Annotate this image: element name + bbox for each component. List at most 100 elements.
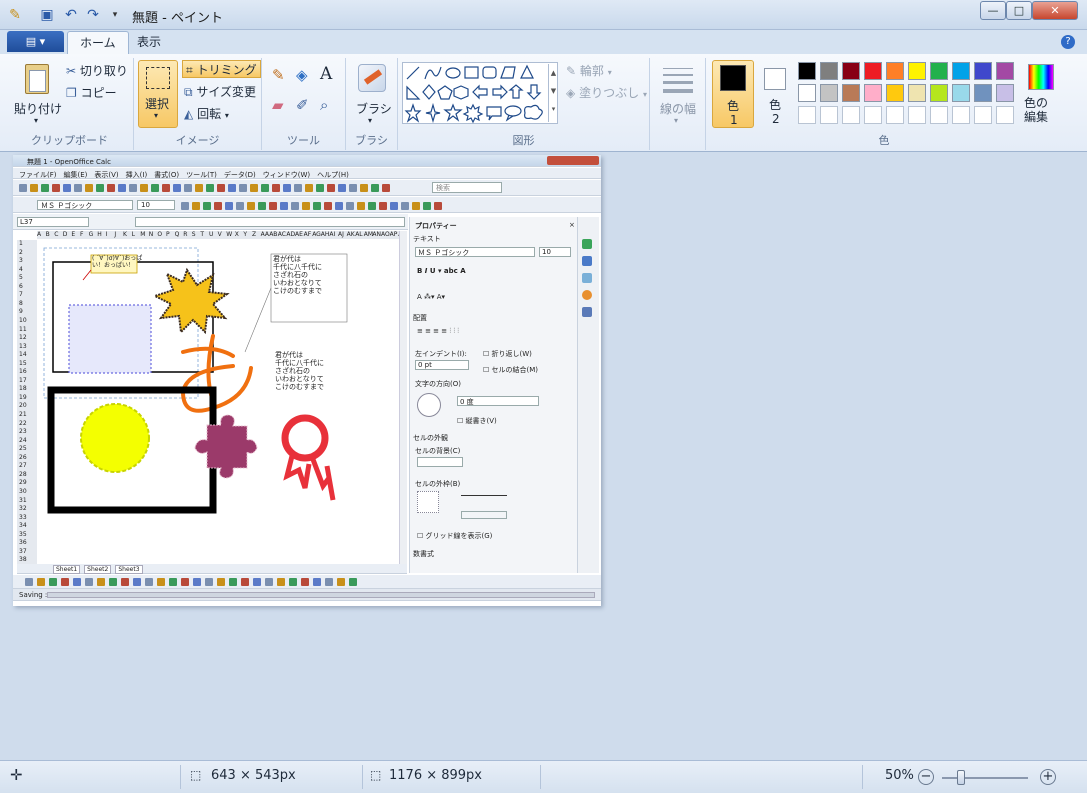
calc-draw-icon[interactable] bbox=[145, 578, 153, 586]
calc-format-icon[interactable] bbox=[357, 202, 365, 210]
row-header[interactable]: 16 bbox=[19, 368, 27, 375]
calc-size-box[interactable]: 10 bbox=[137, 200, 175, 210]
column-header[interactable]: AA bbox=[261, 231, 269, 238]
calc-toolbar-icon[interactable] bbox=[129, 184, 137, 192]
zoom-slider-thumb[interactable] bbox=[957, 770, 965, 785]
calc-toolbar-icon[interactable] bbox=[63, 184, 71, 192]
palette-swatch[interactable] bbox=[842, 62, 860, 80]
calc-format-icon[interactable] bbox=[324, 202, 332, 210]
calc-menu-item[interactable]: データ(D) bbox=[224, 171, 256, 179]
calc-toolbar-icon[interactable] bbox=[74, 184, 82, 192]
shapes-gallery[interactable] bbox=[402, 62, 558, 124]
resize-button[interactable]: ⧉ サイズ変更 bbox=[184, 83, 256, 100]
calc-draw-icon[interactable] bbox=[49, 578, 57, 586]
palette-swatch[interactable] bbox=[798, 62, 816, 80]
calc-toolbar-icon[interactable] bbox=[206, 184, 214, 192]
calc-toolbar-icon[interactable] bbox=[316, 184, 324, 192]
calc-toolbar-icon[interactable] bbox=[250, 184, 258, 192]
calc-format-icon[interactable] bbox=[181, 202, 189, 210]
calc-menu-item[interactable]: 挿入(I) bbox=[126, 171, 148, 179]
calc-toolbar-icon[interactable] bbox=[261, 184, 269, 192]
sheet-tab[interactable]: Sheet1 bbox=[53, 565, 81, 574]
magnifier-icon[interactable]: ⌕ bbox=[320, 96, 328, 114]
calc-toolbar-icon[interactable] bbox=[349, 184, 357, 192]
calc-vscroll[interactable] bbox=[399, 231, 407, 564]
column-header[interactable]: R bbox=[183, 231, 187, 238]
sidebar-styles-icon[interactable] bbox=[582, 256, 592, 266]
calc-draw-icon[interactable] bbox=[181, 578, 189, 586]
sidebar-size-box[interactable]: 10 bbox=[539, 247, 571, 257]
sidebar-font-box[interactable]: ＭＳ Ｐゴシック bbox=[415, 247, 535, 257]
sidebar-effect-icons[interactable]: A ⁂▾ A▾ bbox=[417, 293, 445, 301]
calc-draw-icon[interactable] bbox=[193, 578, 201, 586]
row-header[interactable]: 6 bbox=[19, 283, 23, 290]
palette-swatch[interactable] bbox=[864, 62, 882, 80]
tab-view[interactable]: 表示 bbox=[125, 31, 173, 54]
calc-toolbar-icon[interactable] bbox=[162, 184, 170, 192]
row-header[interactable]: 23 bbox=[19, 428, 27, 435]
row-header[interactable]: 33 bbox=[19, 514, 27, 521]
sidebar-merge-check[interactable]: ☐ セルの結合(M) bbox=[483, 365, 538, 375]
palette-swatch-empty[interactable] bbox=[820, 106, 838, 124]
row-header[interactable]: 29 bbox=[19, 479, 27, 486]
sidebar-cell-section[interactable]: セルの外観 bbox=[413, 433, 448, 443]
palette-swatch[interactable] bbox=[908, 62, 926, 80]
palette-swatch-empty[interactable] bbox=[930, 106, 948, 124]
sidebar-text-section[interactable]: テキスト bbox=[413, 234, 441, 244]
edit-colors-button[interactable]: 色の 編集 bbox=[1020, 60, 1060, 128]
column-header[interactable]: AK bbox=[347, 231, 355, 238]
column-header[interactable]: J bbox=[114, 231, 116, 238]
eraser-icon[interactable]: ▰ bbox=[272, 96, 284, 114]
calc-format-icon[interactable] bbox=[423, 202, 431, 210]
sheet-tab[interactable]: Sheet2 bbox=[84, 565, 112, 574]
calc-toolbar-icon[interactable] bbox=[41, 184, 49, 192]
row-header[interactable]: 8 bbox=[19, 300, 23, 307]
column-header[interactable]: AI bbox=[329, 231, 335, 238]
column-header[interactable]: Y bbox=[243, 231, 247, 238]
row-header[interactable]: 1 bbox=[19, 240, 23, 247]
calc-toolbar-icon[interactable] bbox=[217, 184, 225, 192]
sidebar-vert-check[interactable]: ☐ 縦書き(V) bbox=[457, 416, 497, 426]
help-icon[interactable]: ? bbox=[1061, 35, 1075, 49]
rotate-button[interactable]: ◭ 回転 ▾ bbox=[184, 105, 229, 122]
column-header[interactable]: N bbox=[149, 231, 154, 238]
calc-draw-icon[interactable] bbox=[85, 578, 93, 586]
row-header[interactable]: 37 bbox=[19, 548, 27, 555]
calc-toolbar-icon[interactable] bbox=[239, 184, 247, 192]
row-header[interactable]: 22 bbox=[19, 420, 27, 427]
fill-button[interactable]: ◈ 塗りつぶし ▾ bbox=[566, 84, 647, 101]
calc-draw-icon[interactable] bbox=[109, 578, 117, 586]
row-header[interactable]: 18 bbox=[19, 385, 27, 392]
zoom-in-button[interactable]: + bbox=[1040, 769, 1056, 785]
sidebar-align-section[interactable]: 配置 bbox=[413, 313, 427, 323]
calc-toolbar-icon[interactable] bbox=[283, 184, 291, 192]
calc-toolbar-icon[interactable] bbox=[228, 184, 236, 192]
calc-format-icon[interactable] bbox=[390, 202, 398, 210]
calc-format-icon[interactable] bbox=[313, 202, 321, 210]
calc-toolbar-icon[interactable] bbox=[173, 184, 181, 192]
column-header[interactable]: X bbox=[235, 231, 239, 238]
fill-bucket-icon[interactable]: ◈ bbox=[296, 66, 308, 84]
calc-draw-icon[interactable] bbox=[121, 578, 129, 586]
palette-swatch[interactable] bbox=[974, 62, 992, 80]
calc-format-icon[interactable] bbox=[236, 202, 244, 210]
select-button[interactable]: 選択 ▾ bbox=[138, 60, 178, 128]
calc-format-icon[interactable] bbox=[247, 202, 255, 210]
calc-menu-item[interactable]: 表示(V) bbox=[94, 171, 118, 179]
row-header[interactable]: 31 bbox=[19, 497, 27, 504]
calc-draw-icon[interactable] bbox=[217, 578, 225, 586]
row-header[interactable]: 30 bbox=[19, 488, 27, 495]
column-header[interactable]: AB bbox=[269, 231, 277, 238]
outline-button[interactable]: ✎ 輪郭 ▾ bbox=[566, 62, 612, 79]
calc-draw-icon[interactable] bbox=[289, 578, 297, 586]
calc-menu-item[interactable]: 書式(O) bbox=[154, 171, 179, 179]
row-header[interactable]: 26 bbox=[19, 454, 27, 461]
row-header[interactable]: 11 bbox=[19, 326, 27, 333]
palette-swatch[interactable] bbox=[886, 62, 904, 80]
zoom-out-button[interactable]: − bbox=[918, 769, 934, 785]
column-header[interactable]: AH bbox=[321, 231, 330, 238]
column-header[interactable]: C bbox=[54, 231, 58, 238]
calc-draw-icon[interactable] bbox=[97, 578, 105, 586]
sidebar-numfmt-section[interactable]: 数書式 bbox=[413, 549, 434, 559]
row-header[interactable]: 34 bbox=[19, 522, 27, 529]
